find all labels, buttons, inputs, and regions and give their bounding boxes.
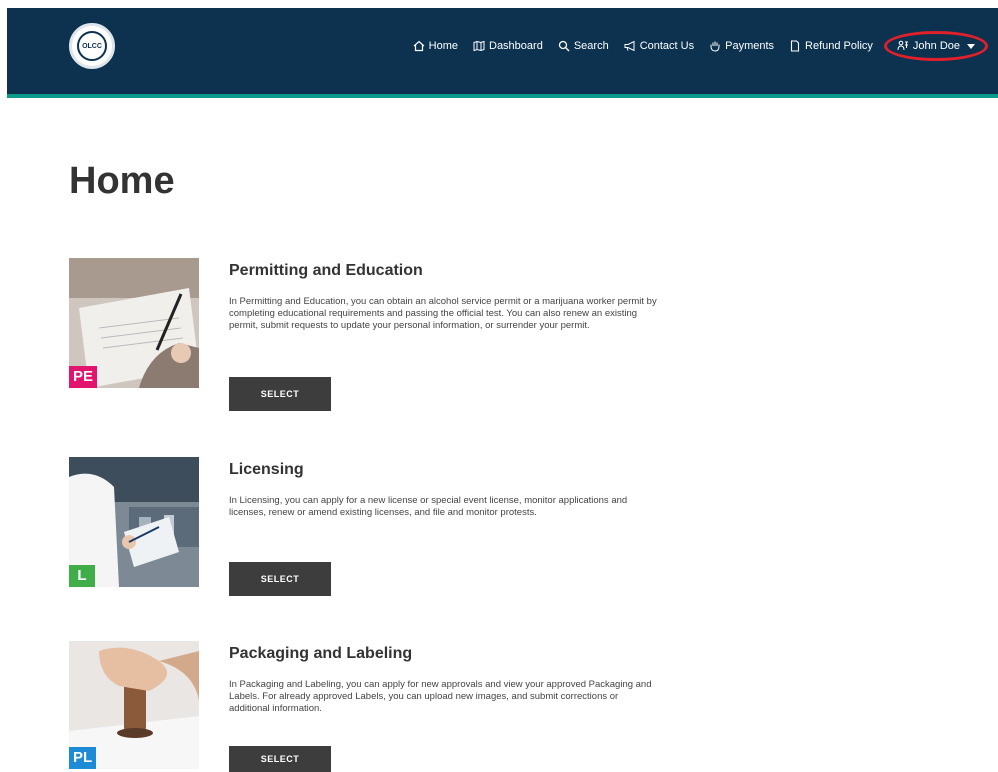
- main-nav: Home Dashboard Search Contact Us Payment…: [413, 31, 988, 61]
- search-icon: [558, 40, 570, 52]
- nav-contact-us-label: Contact Us: [639, 40, 695, 52]
- nav-payments-label: Payments: [725, 40, 775, 52]
- nav-refund-policy[interactable]: Refund Policy: [789, 40, 873, 52]
- nav-home[interactable]: Home: [413, 40, 458, 52]
- nav-dashboard-label: Dashboard: [489, 40, 543, 52]
- top-navbar: OLCC Home Dashboard Search Contact Us Pa…: [7, 8, 998, 98]
- page-title: Home: [69, 160, 175, 202]
- card-description: In Packaging and Labeling, you can apply…: [229, 679, 652, 714]
- card-licensing: L Licensing In Licensing, you can apply …: [69, 457, 669, 607]
- nav-refund-policy-label: Refund Policy: [805, 40, 873, 52]
- nav-home-label: Home: [428, 40, 458, 52]
- badge-pe: PE: [69, 366, 98, 388]
- badge-l: L: [69, 565, 95, 587]
- home-icon: [413, 40, 425, 52]
- chevron-down-icon: [967, 43, 975, 49]
- card-packaging-labeling: PL Packaging and Labeling In Packaging a…: [69, 641, 669, 772]
- card-permitting-education: PE Permitting and Education In Permittin…: [69, 258, 669, 411]
- select-permitting-button[interactable]: SELECT: [229, 377, 331, 411]
- select-packaging-button[interactable]: SELECT: [229, 746, 331, 772]
- map-icon: [473, 40, 485, 52]
- megaphone-icon: [624, 40, 635, 52]
- card-title: Licensing: [229, 461, 304, 478]
- permitting-image: PE: [69, 258, 199, 388]
- licensing-image: L: [69, 457, 199, 587]
- card-title: Permitting and Education: [229, 262, 423, 279]
- olcc-logo[interactable]: OLCC: [69, 23, 115, 69]
- card-description: In Licensing, you can apply for a new li…: [229, 495, 628, 518]
- nav-search-label: Search: [573, 40, 609, 52]
- user-menu[interactable]: John Doe: [883, 31, 988, 61]
- badge-pl: PL: [69, 747, 97, 769]
- user-name: John Doe: [912, 40, 960, 52]
- nav-search[interactable]: Search: [558, 40, 609, 52]
- logo-text: OLCC: [77, 31, 107, 61]
- nav-contact-us[interactable]: Contact Us: [624, 40, 694, 52]
- packaging-image: PL: [69, 641, 199, 769]
- nav-dashboard[interactable]: Dashboard: [473, 40, 543, 52]
- select-licensing-button[interactable]: SELECT: [229, 562, 331, 596]
- user-icon: [897, 40, 908, 51]
- card-description: In Permitting and Education, you can obt…: [229, 296, 657, 331]
- card-title: Packaging and Labeling: [229, 645, 413, 662]
- document-icon: [790, 40, 800, 52]
- nav-payments[interactable]: Payments: [709, 40, 774, 52]
- hand-icon: [710, 41, 720, 52]
